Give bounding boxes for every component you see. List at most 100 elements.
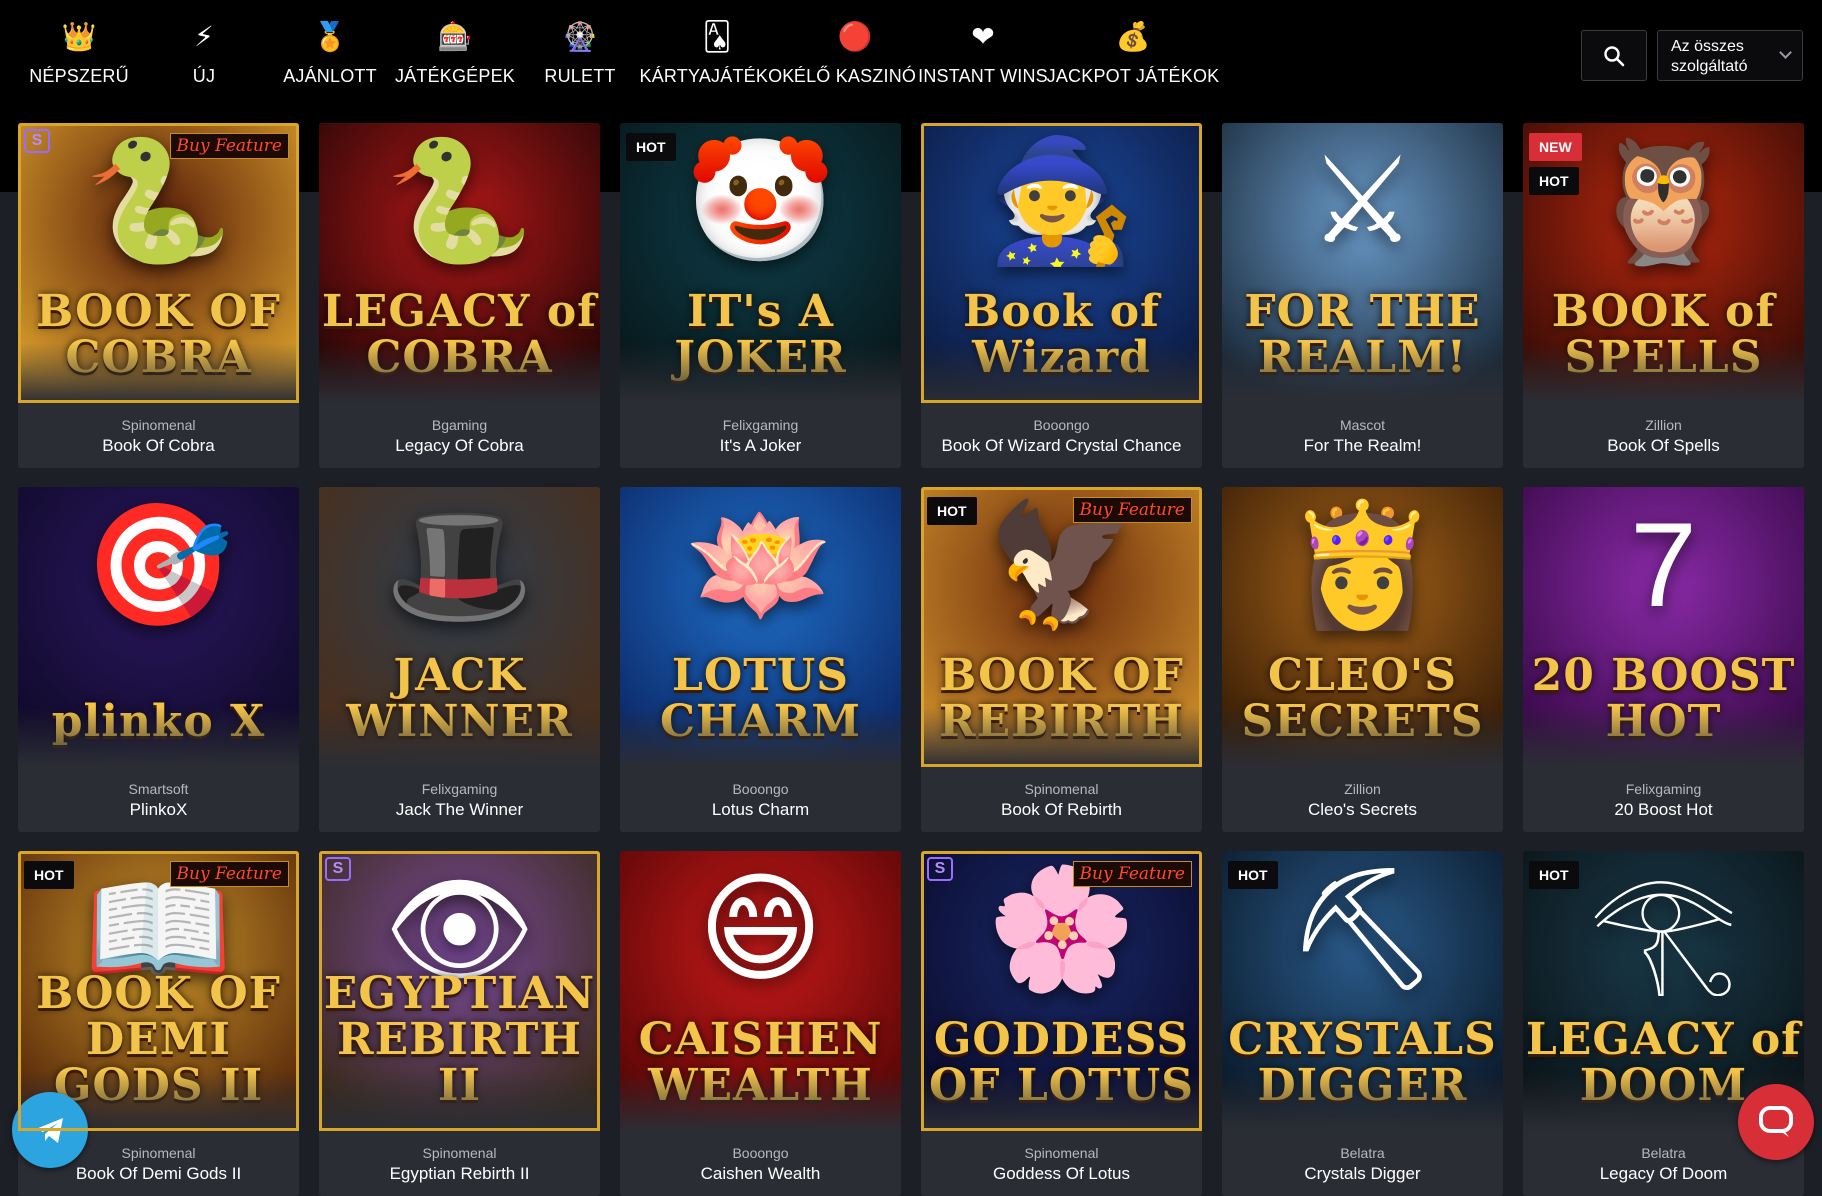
nav-item-4[interactable]: 🎡 RULETT (500, 0, 660, 110)
game-thumbnail: 720 BOOST HOT (1523, 487, 1804, 767)
money-bag-icon: 💰 (1115, 21, 1151, 52)
provider-filter-line2: szolgáltató (1671, 58, 1748, 75)
game-provider: Booongo (732, 1145, 789, 1161)
game-name: Jack The Winner (395, 800, 524, 819)
game-provider: Felixgaming (421, 781, 498, 797)
game-card[interactable]: 🤡IT's A JOKERHOT Felixgaming It's A Joker (620, 123, 901, 468)
nav-item-7[interactable]: ❤ INSTANT WINS (903, 0, 1063, 110)
thumbnail-fade (18, 343, 299, 403)
nav-label: INSTANT WINS (918, 66, 1048, 86)
game-thumbnail: 🪷LOTUS CHARM (620, 487, 901, 767)
nav-label: AJÁNLOTT (283, 66, 377, 86)
game-name: Book Of Spells (1607, 436, 1720, 455)
game-provider: Spinomenal (121, 417, 196, 433)
game-art-icon: 🪷 (685, 498, 836, 633)
game-thumbnail: 🌸GODDESS OF LOTUS (921, 851, 1202, 1131)
nav-label: RULETT (544, 66, 616, 86)
poker-chip-icon: 🔴 (837, 21, 873, 52)
game-thumbnail: 😄CAISHEN WEALTH (620, 851, 901, 1131)
game-card[interactable]: 🦅BOOK OF REBIRTHHOT Buy Feature Spinomenal… (921, 487, 1202, 832)
game-provider: Booongo (732, 781, 789, 797)
game-card[interactable]: 🎩JACK WINNER Felixgaming Jack The Winner (319, 487, 600, 832)
game-name: Caishen Wealth (700, 1164, 821, 1183)
game-card[interactable]: 😄CAISHEN WEALTH Booongo Caishen Wealth (620, 851, 901, 1196)
game-card[interactable]: 👸CLEO'S SECRETS Zillion Cleo's Secrets (1222, 487, 1503, 832)
telegram-icon (36, 1118, 63, 1143)
game-name: Book Of Cobra (102, 436, 215, 455)
thumbnail-fade (1222, 343, 1503, 403)
game-name: Crystals Digger (1304, 1164, 1421, 1183)
hot-badge: HOT (626, 133, 676, 161)
thumbnail-fade (1222, 707, 1503, 767)
game-thumbnail: 🐍BOOK OF COBRA (18, 123, 299, 403)
new-badge: NEW (1529, 133, 1582, 161)
game-card[interactable]: 🐍LEGACY of COBRA Bgaming Legacy Of Cobra (319, 123, 600, 468)
game-card[interactable]: 🎯plinko X Smartsoft PlinkoX (18, 487, 299, 832)
search-button[interactable] (1581, 30, 1647, 81)
thumbnail-fade (620, 1071, 901, 1131)
game-card[interactable]: 🦉BOOK of SPELLSNEW HOT Zillion Book Of Spel… (1523, 123, 1804, 468)
game-provider: Mascot (1339, 417, 1386, 433)
game-provider: Spinomenal (1024, 781, 1099, 797)
nav-label: JACKPOT JÁTÉKOK (1046, 66, 1220, 86)
game-provider: Zillion (1645, 417, 1682, 433)
game-card[interactable]: 🪷LOTUS CHARM Booongo Lotus Charm (620, 487, 901, 832)
thumbnail-fade (620, 343, 901, 403)
game-provider: Felixgaming (722, 417, 799, 433)
game-name: Legacy Of Cobra (395, 436, 524, 455)
game-name: Book Of Wizard Crystal Chance (941, 436, 1182, 455)
playing-card-icon: 🂡 (702, 21, 732, 52)
chat-icon (1759, 1106, 1793, 1137)
game-art-icon: 🐍 (83, 134, 234, 269)
heart-icon: ❤ (971, 21, 995, 52)
game-provider: Smartsoft (128, 781, 189, 797)
nav-item-5[interactable]: 🂡 KÁRTYAJÁTÉKOK (637, 0, 797, 110)
game-thumbnail: ⚔FOR THE REALM! (1222, 123, 1503, 403)
buy-feature-badge: Buy Feature (169, 133, 289, 159)
game-card[interactable]: ⚔FOR THE REALM! Mascot For The Realm! (1222, 123, 1503, 468)
telegram-button[interactable] (12, 1092, 88, 1168)
game-card[interactable]: 🐍BOOK OF COBRAS Buy Feature Spinomenal Book… (18, 123, 299, 468)
game-name: 20 Boost Hot (1614, 800, 1713, 819)
game-card[interactable]: ⛏CRYSTALS DIGGERHOT Belatra Crystals Digge… (1222, 851, 1503, 1196)
spinomenal-logo-icon: S (24, 129, 50, 153)
game-name: It's A Joker (719, 436, 802, 455)
game-thumbnail: 🤡IT's A JOKER (620, 123, 901, 403)
game-art-icon: 🧙 (986, 134, 1137, 269)
nav-item-8[interactable]: 💰 JACKPOT JÁTÉKOK (1047, 0, 1220, 110)
game-art-icon: 🌸 (986, 862, 1137, 997)
game-card[interactable]: 🌸GODDESS OF LOTUSS Buy Feature Spinomenal G… (921, 851, 1202, 1196)
game-art-icon: ⛏ (1286, 862, 1439, 997)
game-thumbnail: 👁EGYPTIAN REBIRTH II (319, 851, 600, 1131)
game-card[interactable]: 👁EGYPTIAN REBIRTH IIS Spinomenal Egyptian … (319, 851, 600, 1196)
game-thumbnail: 🦉BOOK of SPELLS (1523, 123, 1804, 403)
game-card[interactable]: 🧙Book of Wizard Booongo Book Of Wizard Cry… (921, 123, 1202, 468)
game-art-icon: 👸 (1287, 498, 1438, 633)
thumbnail-fade (319, 343, 600, 403)
lightning-icon: ⚡ (194, 21, 214, 52)
game-thumbnail: 🧙Book of Wizard (921, 123, 1202, 403)
live-chat-button[interactable] (1738, 1084, 1814, 1160)
game-art-icon: 🤡 (685, 134, 836, 269)
thumbnail-fade (319, 707, 600, 767)
crown-icon: 👑 (61, 21, 97, 52)
game-thumbnail: 🎯plinko X (18, 487, 299, 767)
game-name: Book Of Demi Gods II (75, 1164, 242, 1183)
hot-badge: HOT (24, 861, 74, 889)
game-name: Goddess Of Lotus (992, 1164, 1131, 1183)
medal-icon: 🏅 (312, 21, 348, 52)
thumbnail-fade (921, 707, 1202, 767)
thumbnail-fade (319, 1071, 600, 1131)
game-art-icon: 🎩 (384, 498, 535, 633)
game-name: Egyptian Rebirth II (389, 1164, 530, 1183)
provider-filter-select[interactable]: Az összes szolgáltató (1657, 30, 1803, 81)
game-thumbnail: 📖BOOK OF DEMI GODS II (18, 851, 299, 1131)
game-card[interactable]: 720 BOOST HOT Felixgaming 20 Boost Hot (1523, 487, 1804, 832)
game-provider: Spinomenal (422, 1145, 497, 1161)
game-thumbnail: 🎩JACK WINNER (319, 487, 600, 767)
game-art-icon: 7 (1630, 498, 1697, 633)
game-provider: Belatra (1340, 1145, 1385, 1161)
game-thumbnail: 👸CLEO'S SECRETS (1222, 487, 1503, 767)
game-provider: Zillion (1344, 781, 1381, 797)
buy-feature-badge: Buy Feature (169, 861, 289, 887)
